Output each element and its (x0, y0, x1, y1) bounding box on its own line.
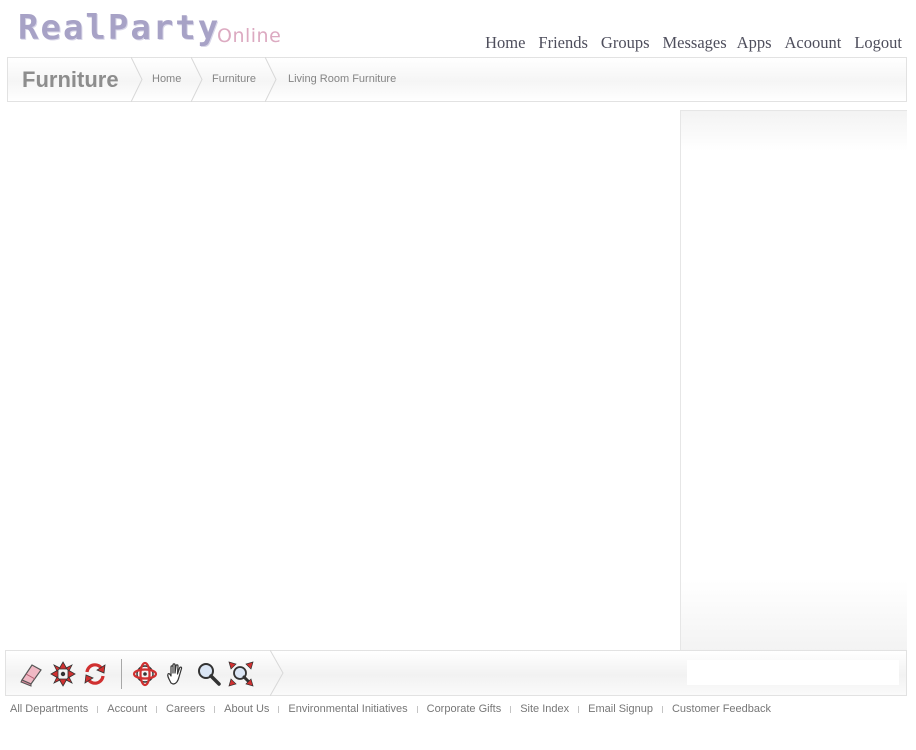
footer-divider (214, 705, 216, 713)
breadcrumb-separator (191, 57, 203, 102)
nav-apps[interactable]: Apps (737, 33, 772, 53)
eraser-icon[interactable] (18, 661, 44, 687)
footer-careers[interactable]: Careers (166, 703, 205, 715)
footer-divider (578, 705, 580, 713)
nav-logout[interactable]: Logout (854, 33, 902, 53)
nav-account[interactable]: Acoount (785, 33, 842, 53)
footer-divider (661, 705, 663, 713)
zoom-extents-icon[interactable] (228, 661, 254, 687)
side-panel (680, 110, 907, 650)
footer-environmental[interactable]: Environmental Initiatives (288, 703, 407, 715)
move-arrows-icon[interactable] (50, 661, 76, 687)
zoom-icon[interactable] (196, 661, 222, 687)
nav-friends[interactable]: Friends (538, 33, 588, 53)
footer-divider (278, 705, 280, 713)
nav-messages[interactable]: Messages (663, 33, 727, 53)
footer-customer-feedback[interactable]: Customer Feedback (672, 703, 771, 715)
3d-viewport[interactable] (7, 110, 679, 650)
footer-about-us[interactable]: About Us (224, 703, 269, 715)
footer-divider (416, 705, 418, 713)
viewer-toolbar (5, 650, 907, 696)
breadcrumb-separator (131, 57, 143, 102)
logo-subtitle: Online (217, 25, 282, 47)
toolbar-separator (270, 650, 284, 696)
toolbar-input[interactable] (687, 660, 899, 685)
top-navigation: Home Friends Groups Messages Apps Acooun… (472, 33, 902, 53)
orbit-icon[interactable] (132, 661, 158, 687)
footer-links: All Departments Account Careers About Us… (10, 703, 771, 715)
footer-corporate-gifts[interactable]: Corporate Gifts (427, 703, 502, 715)
footer-site-index[interactable]: Site Index (520, 703, 569, 715)
page-title: Furniture (22, 67, 119, 92)
logo-wordmark: RealParty (18, 8, 221, 48)
breadcrumb-home[interactable]: Home (152, 73, 181, 85)
footer-account[interactable]: Account (107, 703, 147, 715)
footer-divider (97, 705, 99, 713)
breadcrumb: Furniture Home Furniture Living Room Fur… (7, 57, 907, 102)
nav-home[interactable]: Home (485, 33, 525, 53)
breadcrumb-separator (265, 57, 277, 102)
pan-hand-icon[interactable] (164, 661, 190, 687)
breadcrumb-living-room[interactable]: Living Room Furniture (288, 73, 396, 85)
footer-divider (156, 705, 158, 713)
toolbar-divider (121, 659, 122, 689)
footer-divider (510, 705, 512, 713)
nav-groups[interactable]: Groups (601, 33, 650, 53)
footer-all-departments[interactable]: All Departments (10, 703, 88, 715)
refresh-icon[interactable] (82, 661, 108, 687)
breadcrumb-furniture[interactable]: Furniture (212, 73, 256, 85)
footer-email-signup[interactable]: Email Signup (588, 703, 653, 715)
